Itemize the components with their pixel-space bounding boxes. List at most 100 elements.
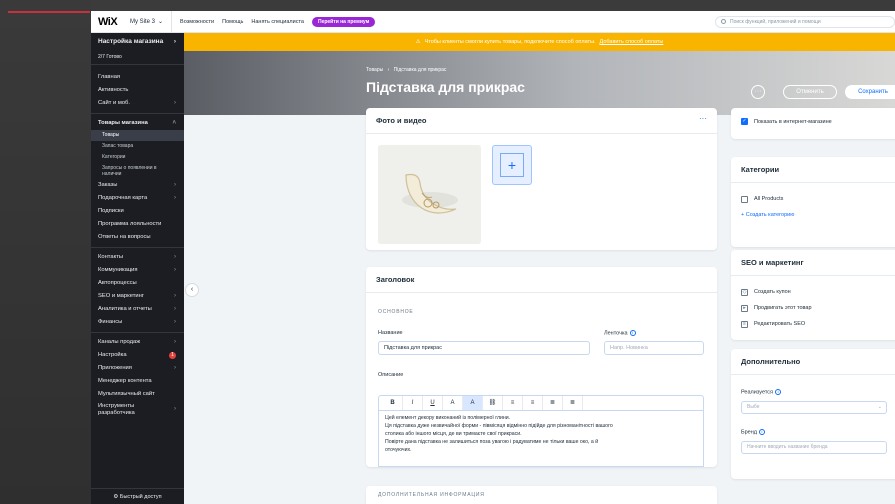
site-selector[interactable]: My Site 3 ⌄	[130, 11, 173, 33]
product-image[interactable]	[378, 145, 481, 244]
add-media-button[interactable]: +	[492, 145, 532, 185]
sidebar-item-analytics[interactable]: Аналитика и отчеты ›	[91, 303, 184, 316]
sidebar-item-site-mobile[interactable]: Сайт и моб. ›	[91, 97, 184, 110]
sidebar-item-label: Контакты	[98, 254, 124, 260]
accent-line	[8, 11, 90, 13]
notice-text: Чтобы клиенты смогли купить товары, подк…	[424, 39, 596, 45]
description-line: Цей елемент декору виконаний із полімерн…	[385, 415, 511, 421]
sidebar-item-sales-channels[interactable]: Каналы продаж ›	[91, 336, 184, 349]
text-color-button[interactable]: A	[443, 396, 463, 410]
highlight-button[interactable]: A	[463, 396, 483, 410]
align-button[interactable]: ≣	[543, 396, 563, 410]
bold-button[interactable]: B	[383, 396, 403, 410]
info-icon[interactable]: i	[629, 330, 636, 336]
sidebar-subitem-products[interactable]: Товары	[91, 130, 184, 141]
product-info-card: Заголовок ОСНОВНОЕ Название Підставка дл…	[366, 267, 717, 467]
info-card-title: Заголовок	[366, 267, 717, 293]
quick-access-button[interactable]: ⚙ Быстрый доступ	[91, 488, 184, 504]
more-actions-button[interactable]: ···	[751, 85, 765, 99]
sidebar-item-settings[interactable]: Настройка 1	[91, 349, 184, 362]
collapse-sidebar-button[interactable]: ‹	[185, 283, 199, 297]
promote-product-action[interactable]: ▸ Продвигать этот товар	[731, 300, 895, 316]
sidebar-item-subscriptions[interactable]: Подписки	[91, 205, 184, 218]
additional-title: Дополнительно	[731, 349, 895, 375]
sidebar-item-contacts[interactable]: Контакты ›	[91, 251, 184, 264]
sidebar-item-multilingual[interactable]: Мультиязычный сайт	[91, 388, 184, 401]
photo-video-card: Фото и видео ··· +	[366, 108, 717, 250]
seo-title: SEO и маркетинг	[731, 250, 895, 276]
edit-seo-action[interactable]: ≡ Редактировать SEO	[731, 316, 895, 332]
save-button[interactable]: Сохранить	[845, 85, 895, 99]
sidebar-item-loyalty[interactable]: Программа лояльности	[91, 218, 184, 231]
sidebar-item-finance[interactable]: Финансы ›	[91, 316, 184, 329]
payment-notice-bar: ⚠ Чтобы клиенты смогли купить товары, по…	[184, 33, 895, 51]
cancel-button[interactable]: Отменить	[783, 85, 837, 99]
chevron-right-icon: ›	[174, 254, 176, 260]
direction-button[interactable]: ≣	[563, 396, 583, 410]
sold-by-select[interactable]: Выбе ⌄	[741, 401, 887, 414]
sidebar-subitem-inventory[interactable]: Запас товара	[91, 141, 184, 152]
sidebar-item-activity[interactable]: Активность	[91, 84, 184, 97]
sidebar-item-home[interactable]: Главная	[91, 71, 184, 84]
create-category-link[interactable]: + Создать категорию	[731, 207, 895, 223]
help-menu[interactable]: Помощь	[222, 19, 243, 25]
search-placeholder: Поиск функций, приложений и помощи	[730, 19, 821, 25]
breadcrumb-current: Підставка для прикрас	[393, 67, 447, 73]
sidebar-item-apps[interactable]: Приложения ›	[91, 362, 184, 375]
show-online-checkbox-row[interactable]: ✓ Показать в интернет-магазине	[731, 108, 895, 135]
sidebar-item-dev-tools[interactable]: Инструменты разработчика ›	[91, 401, 184, 419]
chevron-down-icon: ⌄	[158, 19, 164, 25]
category-label: All Products	[754, 196, 784, 202]
breadcrumb: Товары › Підставка для прикрас	[366, 67, 446, 73]
ribbon-label: Ленточка i	[604, 330, 636, 336]
divider	[91, 113, 184, 114]
hire-expert-link[interactable]: Нанять специалиста	[251, 19, 304, 25]
sidebar-item-label: Финансы	[98, 319, 123, 325]
sidebar-subitem-categories[interactable]: Категории	[91, 152, 184, 163]
checkbox-checked[interactable]: ✓	[741, 118, 748, 125]
features-menu[interactable]: Возможности	[180, 19, 214, 25]
sidebar: Настройка магазина › 2/7 Готово Главная А…	[91, 33, 184, 504]
sidebar-item-gift-card[interactable]: Подарочная карта ›	[91, 192, 184, 205]
info-icon[interactable]: i	[758, 429, 765, 435]
upgrade-button[interactable]: Перейти на премиум	[311, 16, 376, 27]
description-line: Ця підставка дуже незвичайної форми - пі…	[385, 423, 613, 429]
sidebar-item-communication[interactable]: Коммуникация ›	[91, 264, 184, 277]
name-input[interactable]: Підставка для прикрас	[378, 341, 590, 355]
sidebar-item-qa[interactable]: Ответы на вопросы	[91, 231, 184, 244]
wix-logo[interactable]: WiX	[98, 16, 125, 28]
photo-card-menu-icon[interactable]: ···	[699, 114, 707, 123]
action-label: Редактировать SEO	[754, 321, 806, 327]
setup-header-label: Настройка магазина	[98, 38, 164, 45]
show-online-label: Показать в интернет-магазине	[754, 118, 832, 125]
category-all-products[interactable]: All Products	[731, 191, 895, 207]
link-button[interactable]: ⛓	[483, 396, 503, 410]
underline-button[interactable]: U	[423, 396, 443, 410]
brand-input[interactable]: Начните вводить название бренда	[741, 441, 887, 454]
add-payment-link[interactable]: Добавить способ оплаты	[600, 39, 664, 45]
sidebar-item-automations[interactable]: Автопроцессы	[91, 277, 184, 290]
sidebar-item-label: Приложения	[98, 365, 132, 371]
sidebar-item-content-manager[interactable]: Менеджер контента	[91, 375, 184, 388]
sidebar-item-store-products[interactable]: Товары магазина ˄	[91, 117, 184, 130]
sidebar-item-label: Настройка	[98, 352, 127, 358]
sidebar-item-seo-marketing[interactable]: SEO и маркетинг ›	[91, 290, 184, 303]
description-editor[interactable]: Цей елемент декору виконаний із полімерн…	[378, 410, 704, 467]
sidebar-subitem-stock-requests[interactable]: Запросы о появлении в наличии	[91, 163, 184, 179]
chevron-right-icon: ›	[174, 406, 176, 412]
search-input[interactable]: Поиск функций, приложений и помощи	[715, 16, 895, 28]
sidebar-item-orders[interactable]: Заказы ›	[91, 179, 184, 192]
chevron-right-icon: ›	[174, 195, 176, 201]
ribbon-input[interactable]: Напр. Новинка	[604, 341, 704, 355]
chevron-right-icon: ›	[174, 319, 176, 325]
breadcrumb-products-link[interactable]: Товары	[366, 67, 383, 73]
create-coupon-action[interactable]: ◇ Создать купон	[731, 284, 895, 300]
italic-button[interactable]: I	[403, 396, 423, 410]
bulleted-list-button[interactable]: ≡	[503, 396, 523, 410]
crescent-tray-image	[378, 145, 481, 244]
info-icon[interactable]: i	[775, 389, 782, 395]
numbered-list-button[interactable]: ≡	[523, 396, 543, 410]
checkbox-unchecked[interactable]	[741, 195, 748, 203]
ribbon-label-text: Ленточка	[604, 330, 628, 337]
setup-header[interactable]: Настройка магазина ›	[91, 33, 184, 49]
